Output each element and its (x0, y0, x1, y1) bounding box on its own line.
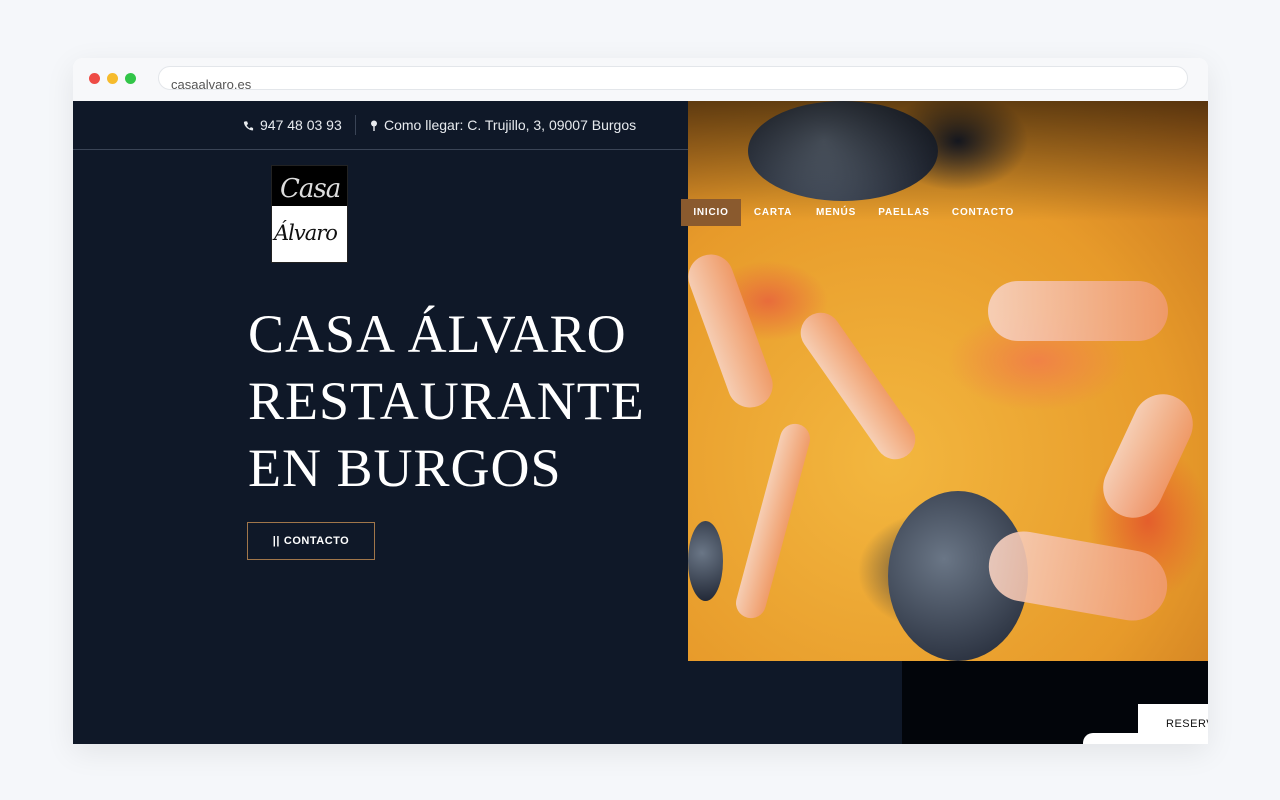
contact-button-label: CONTACTO (283, 535, 350, 547)
hero-title-line: RESTAURANTE (248, 371, 645, 431)
browser-chrome: casaalvaro.es (73, 58, 1208, 101)
shrimp-image-part (792, 304, 924, 468)
casa-alvaro-logo[interactable]: Casa Álvaro (271, 165, 348, 263)
bars-icon: || (272, 535, 280, 547)
browser-window: casaalvaro.es 947 48 03 93 Como llegar: … (73, 58, 1208, 744)
topbar-divider (73, 149, 688, 150)
topbar-phone[interactable]: 947 48 03 93 (243, 117, 342, 133)
phone-icon (243, 117, 260, 133)
shrimp-image-part (681, 248, 780, 414)
floating-widget[interactable] (1083, 733, 1208, 744)
address-bar[interactable]: casaalvaro.es (158, 66, 1188, 92)
hero-title: CASA ÁLVARO RESTAURANTE EN BURGOS (248, 301, 668, 502)
reserve-button-label: RESERV (1166, 718, 1208, 730)
logo-alvaro-text: Álvaro (274, 221, 338, 245)
address-bar-url: casaalvaro.es (171, 77, 252, 92)
mussel-image-part (688, 521, 723, 601)
address-text: Como llegar: C. Trujillo, 3, 09007 Burgo… (384, 117, 637, 133)
map-pin-icon (370, 117, 384, 133)
nav-item-contacto[interactable]: CONTACTO (943, 199, 1023, 226)
close-window-dot[interactable] (89, 73, 100, 84)
logo-casa-text: Casa (280, 174, 341, 204)
phone-number: 947 48 03 93 (260, 117, 342, 133)
website: 947 48 03 93 Como llegar: C. Trujillo, 3… (73, 101, 1208, 744)
hero-title-line: EN BURGOS (248, 438, 562, 498)
topbar-separator (355, 115, 356, 135)
shrimp-image-part (1093, 384, 1203, 528)
nav-item-paellas[interactable]: PAELLAS (871, 199, 937, 226)
hero-title-line: CASA ÁLVARO (248, 304, 627, 364)
hero-paella-image (681, 101, 1208, 661)
nav-item-menus[interactable]: MENÚS (807, 199, 865, 226)
topbar-address[interactable]: Como llegar: C. Trujillo, 3, 09007 Burgo… (370, 117, 636, 133)
nav-item-inicio[interactable]: INICIO (681, 199, 741, 226)
nav-item-carta[interactable]: CARTA (745, 199, 801, 226)
shrimp-image-part (732, 420, 814, 622)
maximize-window-dot[interactable] (125, 73, 136, 84)
shrimp-image-part (988, 281, 1168, 341)
minimize-window-dot[interactable] (107, 73, 118, 84)
contact-button[interactable]: || CONTACTO (247, 522, 375, 560)
